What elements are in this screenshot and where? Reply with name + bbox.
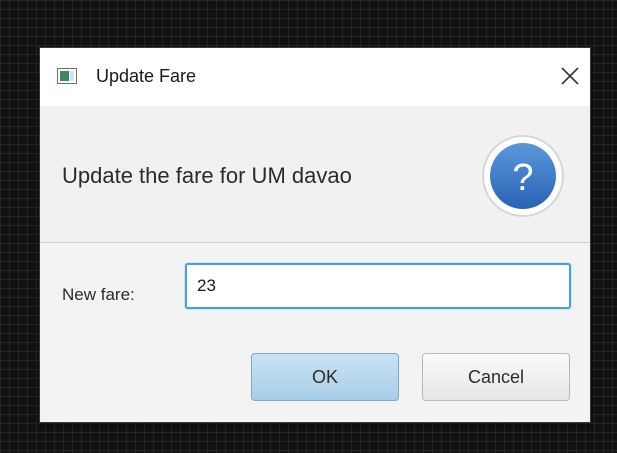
svg-text:?: ? xyxy=(512,157,533,199)
cancel-button[interactable]: Cancel xyxy=(422,353,570,401)
dialog-header: Update the fare for UM davao ? xyxy=(40,106,590,243)
close-button[interactable] xyxy=(554,60,586,92)
new-fare-input[interactable] xyxy=(185,263,571,309)
app-window-icon xyxy=(57,68,77,84)
ok-button[interactable]: OK xyxy=(251,353,399,401)
header-text: Update the fare for UM davao xyxy=(62,163,352,188)
window-title: Update Fare xyxy=(96,66,197,86)
dialog-content: New fare: OK Cancel xyxy=(40,243,590,422)
new-fare-label: New fare: xyxy=(62,285,135,304)
update-fare-dialog: Update Fare Update the fare for UM davao… xyxy=(40,48,590,422)
title-bar[interactable]: Update Fare xyxy=(40,48,590,106)
question-icon: ? xyxy=(482,135,564,217)
close-icon xyxy=(561,67,579,85)
